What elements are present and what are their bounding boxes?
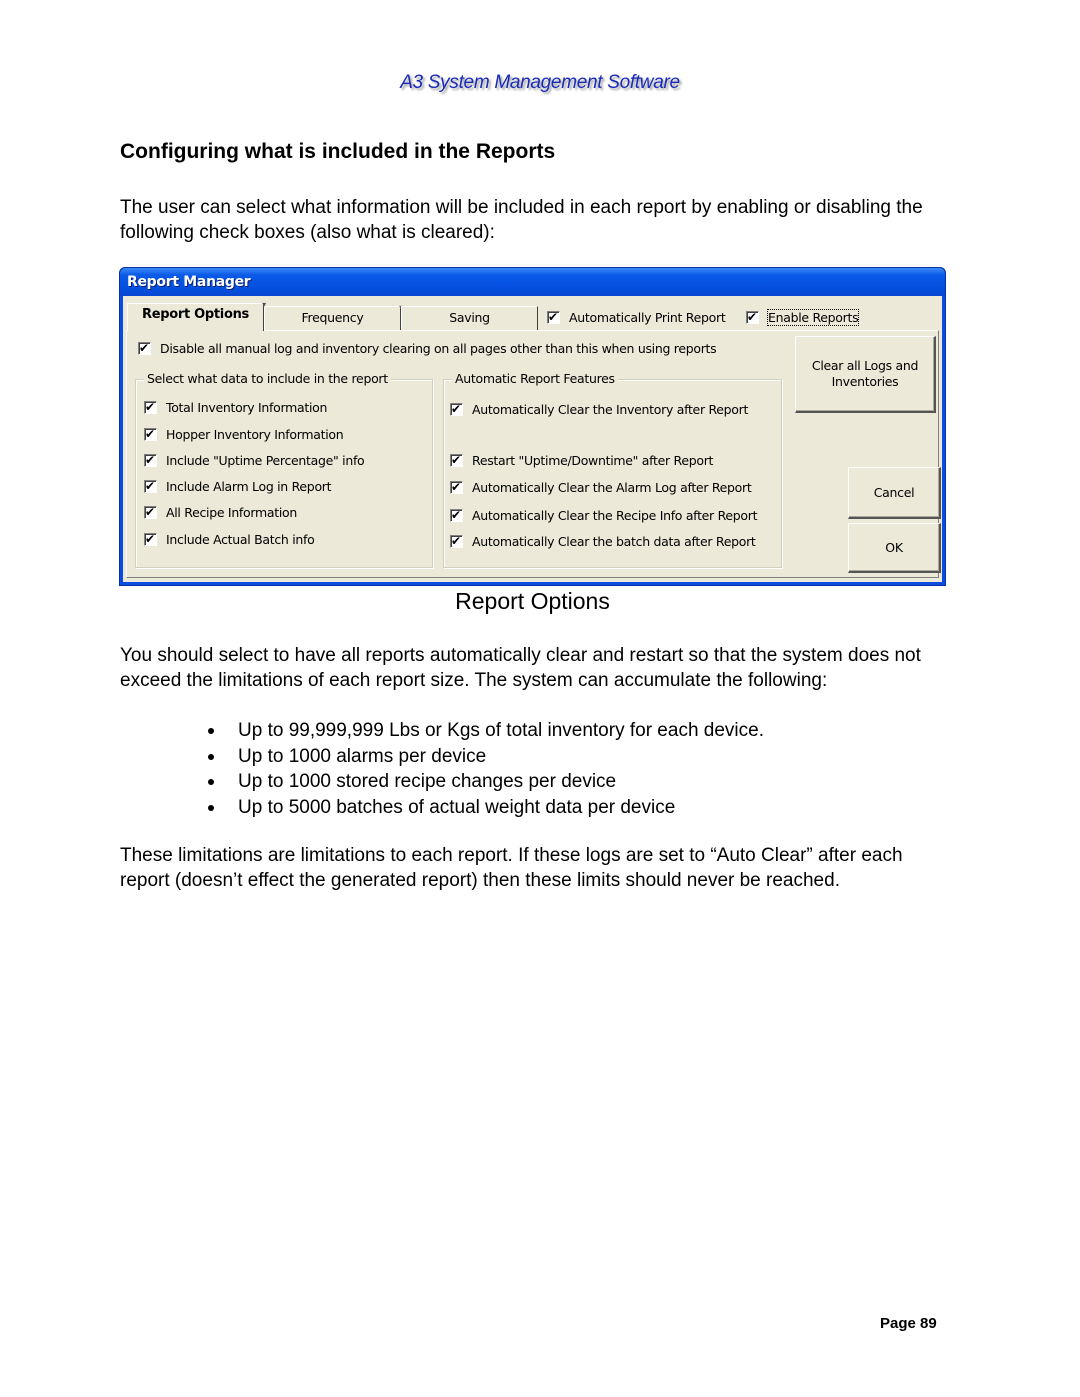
tab-report-options[interactable]: Report Options ▾ — [127, 301, 266, 331]
checkmark-icon: ✔ — [451, 402, 461, 416]
automatic-features-group: Automatic Report Features ✔ Automaticall… — [443, 371, 782, 568]
checkbox-box[interactable]: ✔ — [450, 480, 463, 494]
list-item: Up to 1000 alarms per device — [208, 744, 764, 770]
dialog-client-area: Report Options ▾ Frequency ▾ Saving ✔ Au… — [123, 296, 942, 582]
checkbox-label: Disable all manual log and inventory cle… — [160, 341, 717, 356]
checkmark-icon: ✔ — [145, 532, 155, 546]
body-paragraph: You should select to have all reports au… — [120, 645, 921, 691]
tab-notch-icon: ▾ — [262, 300, 266, 309]
list-item-text: Up to 5000 batches of actual weight data… — [238, 797, 676, 819]
data-selection-group: Select what data to include in the repor… — [135, 371, 433, 568]
button-label-line2: Inventories — [831, 374, 899, 389]
checkbox-box[interactable]: ✔ — [144, 532, 157, 546]
checkmark-icon: ✔ — [145, 400, 155, 414]
ok-button[interactable]: OK — [848, 523, 941, 573]
checkbox-box[interactable]: ✔ — [144, 479, 157, 493]
checkbox-box[interactable]: ✔ — [144, 427, 157, 441]
button-label-line1: Clear all Logs and — [811, 358, 919, 373]
auto-print-report-checkbox[interactable]: ✔ Automatically Print Report — [547, 310, 726, 325]
checkbox-box[interactable]: ✔ — [547, 310, 560, 324]
uptime-percentage-checkbox[interactable]: ✔ Include "Uptime Percentage" info — [144, 453, 365, 468]
checkbox-label: Automatically Clear the batch data after… — [472, 534, 756, 549]
list-item: Up to 1000 stored recipe changes per dev… — [208, 769, 764, 795]
auto-clear-batch-data-checkbox[interactable]: ✔ Automatically Clear the batch data aft… — [450, 534, 756, 549]
checkbox-label: Include "Uptime Percentage" info — [166, 453, 365, 468]
checkmark-icon: ✔ — [139, 341, 149, 355]
checkbox-box[interactable]: ✔ — [138, 341, 151, 355]
bullet-icon — [208, 753, 214, 760]
clear-all-logs-button[interactable]: Clear all Logs and Inventories — [795, 336, 936, 413]
tab-saving[interactable]: Saving — [401, 306, 538, 330]
alarm-log-checkbox[interactable]: ✔ Include Alarm Log in Report — [144, 479, 332, 494]
checkbox-label: Hopper Inventory Information — [166, 427, 344, 442]
figure-caption: Report Options — [455, 588, 610, 614]
checkmark-icon: ✔ — [145, 505, 155, 519]
checkbox-label: Automatically Clear the Recipe Info afte… — [472, 508, 758, 523]
checkmark-icon: ✔ — [451, 480, 461, 494]
group-legend: Select what data to include in the repor… — [144, 371, 391, 386]
restart-uptime-checkbox[interactable]: ✔ Restart "Uptime/Downtime" after Report — [450, 453, 713, 468]
checkmark-icon: ✔ — [451, 453, 461, 467]
dialog-titlebar[interactable]: Report Manager — [120, 268, 945, 296]
list-item: Up to 99,999,999 Lbs or Kgs of total inv… — [208, 718, 764, 744]
tab-label: Saving — [449, 310, 490, 325]
checkmark-icon: ✔ — [451, 508, 461, 522]
list-item-text: Up to 99,999,999 Lbs or Kgs of total inv… — [238, 720, 764, 741]
checkmark-icon: ✔ — [451, 534, 461, 548]
checkbox-label: Automatically Clear the Inventory after … — [472, 402, 749, 417]
checkbox-label: Restart "Uptime/Downtime" after Report — [472, 453, 714, 468]
recipe-info-checkbox[interactable]: ✔ All Recipe Information — [144, 505, 297, 520]
checkbox-box[interactable]: ✔ — [746, 310, 759, 324]
bullet-icon — [208, 728, 214, 734]
page-number: Page 89 — [880, 1315, 937, 1332]
report-manager-dialog: Report Manager Report Options ▾ Frequenc… — [119, 267, 946, 586]
checkbox-label: All Recipe Information — [166, 505, 297, 520]
checkbox-box[interactable]: ✔ — [450, 453, 463, 467]
checkbox-box[interactable]: ✔ — [144, 505, 157, 519]
tab-label: Frequency — [301, 310, 364, 325]
checkmark-icon: ✔ — [548, 310, 558, 324]
actual-batch-checkbox[interactable]: ✔ Include Actual Batch info — [144, 532, 315, 547]
checkbox-box[interactable]: ✔ — [144, 453, 157, 467]
dialog-title: Report Manager — [127, 274, 251, 290]
auto-clear-alarm-log-checkbox[interactable]: ✔ Automatically Clear the Alarm Log afte… — [450, 480, 752, 495]
checkmark-icon: ✔ — [145, 453, 155, 467]
checkbox-box[interactable]: ✔ — [450, 402, 463, 416]
bullet-icon — [208, 779, 214, 786]
checkbox-box[interactable]: ✔ — [450, 508, 463, 522]
cancel-button[interactable]: Cancel — [848, 467, 941, 519]
checkbox-label: Include Actual Batch info — [166, 532, 315, 547]
document-header: A3 System Management Software — [400, 72, 680, 93]
checkbox-label: Total Inventory Information — [166, 400, 328, 415]
checkbox-label: Include Alarm Log in Report — [166, 479, 332, 494]
disable-manual-clearing-checkbox[interactable]: ✔ Disable all manual log and inventory c… — [138, 341, 717, 356]
limits-list: Up to 99,999,999 Lbs or Kgs of total inv… — [208, 718, 764, 821]
checkbox-box[interactable]: ✔ — [144, 400, 157, 414]
tab-panel-report-options: ✔ Disable all manual log and inventory c… — [126, 330, 941, 578]
hopper-inventory-checkbox[interactable]: ✔ Hopper Inventory Information — [144, 427, 344, 442]
list-item-text: Up to 1000 stored recipe changes per dev… — [238, 771, 617, 793]
group-legend: Automatic Report Features — [452, 371, 618, 386]
total-inventory-checkbox[interactable]: ✔ Total Inventory Information — [144, 400, 327, 415]
checkmark-icon: ✔ — [145, 427, 155, 441]
checkmark-icon: ✔ — [747, 310, 757, 324]
enable-reports-checkbox[interactable]: ✔ Enable Reports — [746, 309, 860, 326]
checkbox-label: Automatically Print Report — [569, 310, 726, 325]
bullet-icon — [208, 805, 214, 812]
intro-paragraph: The user can select what information wil… — [120, 197, 923, 243]
checkmark-icon: ✔ — [145, 479, 155, 493]
section-title: Configuring what is included in the Repo… — [120, 140, 556, 163]
auto-clear-inventory-checkbox[interactable]: ✔ Automatically Clear the Inventory afte… — [450, 402, 748, 417]
checkbox-label: Automatically Clear the Alarm Log after … — [472, 480, 752, 495]
tab-label: Report Options — [142, 307, 249, 322]
checkbox-box[interactable]: ✔ — [450, 534, 463, 548]
list-item: Up to 5000 batches of actual weight data… — [208, 795, 764, 821]
auto-clear-recipe-info-checkbox[interactable]: ✔ Automatically Clear the Recipe Info af… — [450, 508, 758, 523]
tab-frequency[interactable]: Frequency ▾ — [264, 304, 403, 330]
checkbox-label: Enable Reports — [766, 309, 860, 326]
list-item-text: Up to 1000 alarms per device — [238, 745, 487, 767]
closing-paragraph: These limitations are limitations to eac… — [120, 845, 903, 891]
